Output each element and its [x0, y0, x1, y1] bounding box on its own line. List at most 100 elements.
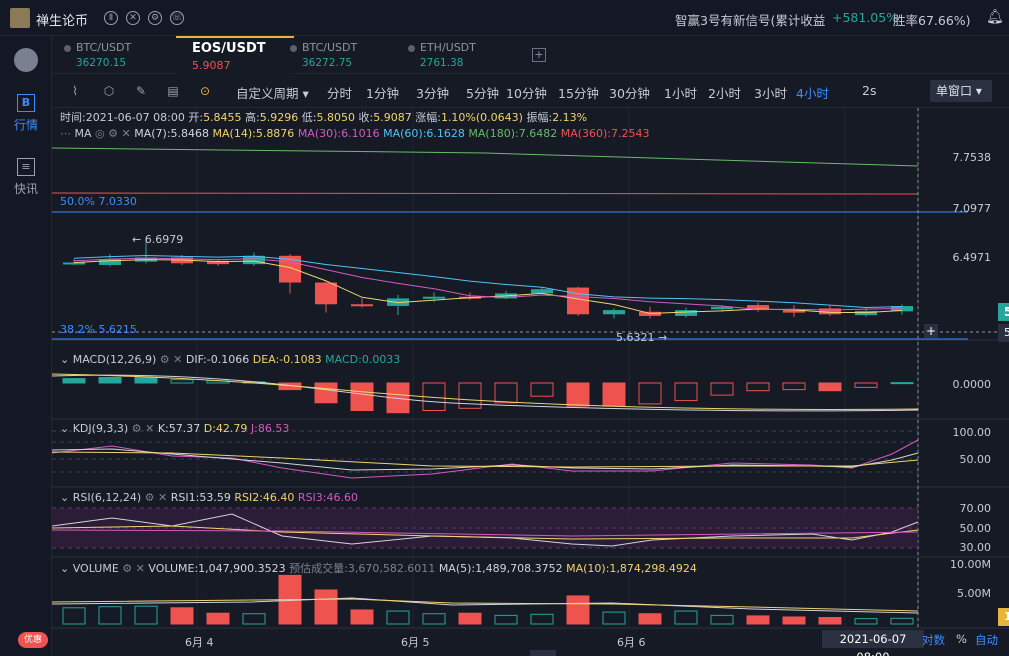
- kdj-j: J:86.53: [250, 422, 290, 435]
- volume-bar: [746, 615, 770, 625]
- custom-period-label: 自定义周期: [236, 86, 299, 101]
- macd-dif: DIF:-0.1066: [185, 353, 250, 366]
- macd-bar: [98, 377, 122, 384]
- collapse-icon[interactable]: ⌄: [60, 562, 69, 575]
- symbol-tabs: BTC/USDT 36270.15 EOS/USDT 5.9087 BTC/US…: [52, 36, 1009, 74]
- tab-btc-usdt[interactable]: BTC/USDT 36270.15: [62, 36, 180, 74]
- settings-icon[interactable]: ⚙: [148, 11, 162, 25]
- ma14-value: MA(14):5.8876: [212, 127, 295, 140]
- interval-7[interactable]: 1小时: [664, 83, 697, 102]
- sidebar-item-market[interactable]: B 行情: [0, 94, 52, 133]
- no-link-icon[interactable]: ✕: [126, 11, 140, 25]
- volume-ma5: MA(5):1,489,708.3752: [438, 562, 563, 575]
- interval-10[interactable]: 4小时: [796, 83, 829, 102]
- draw-pencil-icon[interactable]: ✎: [134, 84, 148, 98]
- info-high: 5.9296: [259, 111, 299, 124]
- scroll-handle[interactable]: [530, 650, 556, 656]
- brand-logo-icon: [14, 48, 38, 72]
- tab-btc-usdt-2[interactable]: BTC/USDT 36272.75: [288, 36, 406, 74]
- sidebar-item-news[interactable]: ≡ 快讯: [0, 158, 52, 197]
- interval-5[interactable]: 15分钟: [558, 83, 599, 102]
- collapse-icon[interactable]: ⌄: [60, 353, 69, 366]
- volume-bar: [350, 609, 374, 625]
- gear-icon[interactable]: ⚙: [108, 127, 118, 140]
- refresh-rate[interactable]: 2s: [862, 83, 876, 98]
- low-annotation-value: 5.6321: [616, 331, 655, 344]
- kdj-d: D:42.79: [203, 422, 248, 435]
- ma60-value: MA(60):6.1628: [383, 127, 465, 140]
- volume-bar: [638, 613, 662, 625]
- close-icon[interactable]: ✕: [122, 127, 131, 140]
- high-annotation: ← 6.6979: [132, 233, 183, 246]
- eye-icon[interactable]: ◎: [95, 127, 105, 140]
- promo-badge[interactable]: 优惠: [18, 632, 48, 648]
- gear-icon[interactable]: ⚙: [160, 353, 170, 366]
- add-tab-button[interactable]: +: [532, 48, 546, 62]
- tab-price: 2761.38: [420, 57, 464, 69]
- info-high-label: 高:: [245, 111, 260, 124]
- ma7-value: MA(7):5.8468: [134, 127, 210, 140]
- close-icon[interactable]: ✕: [145, 422, 154, 435]
- log-scale-toggle[interactable]: 对数: [922, 632, 945, 648]
- sidebar-item-label: 快讯: [13, 182, 38, 196]
- kdj-axis-label: 50.00: [959, 453, 992, 466]
- rsi-axis-label: 50.00: [959, 522, 992, 535]
- trading-app: 禅生论币 Ⅱ ✕ ⚙ ☏ 智赢3号有新信号(累计收益 +581.05% 胜率67…: [0, 0, 1009, 656]
- interval-8[interactable]: 2小时: [708, 83, 741, 102]
- gear-icon[interactable]: ⚙: [122, 562, 132, 575]
- tab-eos-usdt[interactable]: EOS/USDT 5.9087: [176, 36, 294, 74]
- candle-body: [531, 289, 553, 294]
- custom-period-select[interactable]: 自定义周期 ▾: [236, 83, 309, 102]
- rsi-3: RSI3:46.60: [297, 491, 358, 504]
- close-icon[interactable]: ✕: [173, 353, 182, 366]
- signal-text[interactable]: 智赢3号有新信号(累计收益: [675, 10, 825, 29]
- app-logo: [10, 8, 30, 28]
- volume-bar: [818, 617, 842, 625]
- add-alert-button[interactable]: +: [924, 324, 938, 338]
- chart-type-icon[interactable]: ⌇: [68, 84, 82, 98]
- calendar-icon[interactable]: ▤: [166, 84, 180, 98]
- interval-2[interactable]: 3分钟: [416, 83, 449, 102]
- bell-icon[interactable]: 🔔︎: [986, 9, 1004, 27]
- interval-4[interactable]: 10分钟: [506, 83, 547, 102]
- interval-1[interactable]: 1分钟: [366, 83, 399, 102]
- chevron-down-icon: ▾: [975, 84, 982, 98]
- chart-toolbar: ⌇ ⬡ ✎ ▤ ⊙ 自定义周期 ▾ 分时 1分钟 3分钟 5分钟 10分钟 15分钟 30分…: [52, 74, 1009, 108]
- window-mode-select[interactable]: 单窗口 ▾: [930, 80, 992, 102]
- volume-bar: [458, 612, 482, 625]
- macd-bar: [134, 377, 158, 384]
- collapse-icon[interactable]: ⌄: [60, 491, 69, 504]
- gear-icon[interactable]: ⚙: [145, 491, 155, 504]
- interval-6[interactable]: 30分钟: [609, 83, 650, 102]
- volume-axis-label: 10.00M: [950, 558, 991, 571]
- pause-icon[interactable]: Ⅱ: [104, 11, 118, 25]
- coin-icon: [408, 45, 415, 52]
- tab-eth-usdt[interactable]: ETH/USDT 2761.38: [406, 36, 524, 74]
- collapse-icon[interactable]: ⌄: [60, 422, 69, 435]
- interval-3[interactable]: 5分钟: [466, 83, 499, 102]
- auto-scale-toggle[interactable]: 自动: [975, 632, 998, 648]
- high-annotation-value: 6.6979: [144, 233, 184, 246]
- tab-symbol: BTC/USDT: [302, 41, 358, 54]
- chart-area[interactable]: 时间:2021-06-07 08:00 开:5.8455 高:5.9296 低:…: [52, 108, 1009, 656]
- volume-current-box: 1.0M: [998, 608, 1009, 626]
- date-axis-label: 6月 6: [617, 636, 646, 649]
- window-mode-label: 单窗口: [936, 84, 973, 98]
- interval-0[interactable]: 分时: [327, 83, 352, 102]
- kdj-axis-label: 100.00: [952, 426, 992, 439]
- info-close-label: 收:: [358, 111, 374, 124]
- news-icon: ≡: [17, 158, 35, 176]
- interval-9[interactable]: 3小时: [754, 83, 787, 102]
- clock-icon[interactable]: ⊙: [198, 84, 212, 98]
- close-icon[interactable]: ✕: [136, 562, 145, 575]
- info-change: 1.10%(0.0643): [440, 111, 523, 124]
- candle-body: [603, 310, 625, 315]
- candle-body: [63, 262, 85, 265]
- indicator-settings-icon[interactable]: ⬡: [102, 84, 116, 98]
- gear-icon[interactable]: ⚙: [132, 422, 142, 435]
- percent-scale-toggle[interactable]: %: [956, 632, 967, 646]
- phone-icon[interactable]: ☏: [170, 11, 184, 25]
- fib-382-label: 38.2% 5.6215: [60, 323, 137, 336]
- close-icon[interactable]: ✕: [158, 491, 167, 504]
- sidebar-item-label: 行情: [13, 118, 38, 132]
